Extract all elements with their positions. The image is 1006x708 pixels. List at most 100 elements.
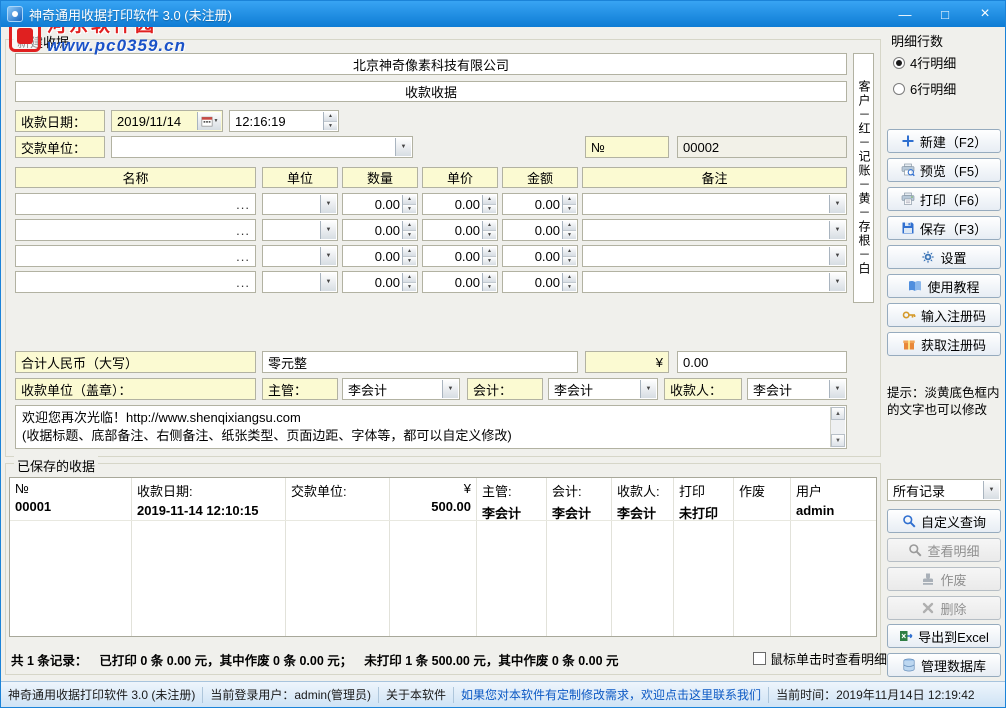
radio-icon[interactable]	[893, 57, 905, 69]
record-user[interactable]: admin	[791, 501, 877, 520]
time-spinner[interactable]: 12:16:19 ▲▼	[229, 110, 339, 132]
chevron-down-icon[interactable]: ▼	[320, 247, 336, 265]
chevron-down-icon[interactable]: ▼	[983, 481, 999, 499]
records-filter-combo[interactable]: 所有记录 ▼	[887, 479, 1001, 501]
minimize-button[interactable]: —	[885, 1, 925, 27]
spinner-buttons[interactable]: ▲▼	[482, 221, 496, 239]
save-button[interactable]: 保存（F3）	[887, 216, 1001, 240]
browse-button[interactable]: ...	[236, 275, 250, 290]
radio-6-rows[interactable]: 6行明细	[893, 79, 956, 98]
total-words-field[interactable]: 零元整	[262, 351, 578, 373]
total-amount-field[interactable]: 0.00	[677, 351, 847, 373]
calendar-icon[interactable]: ▼	[197, 112, 221, 130]
custom-query-button[interactable]: 自定义查询	[887, 509, 1001, 533]
chevron-down-icon[interactable]: ▼	[829, 247, 845, 265]
price-spinner[interactable]: 0.00▲▼	[422, 271, 498, 293]
amount-spinner[interactable]: 0.00▲▼	[502, 219, 578, 241]
spinner-buttons[interactable]: ▲▼	[562, 273, 576, 291]
amount-spinner[interactable]: 0.00▲▼	[502, 193, 578, 215]
maximize-button[interactable]: □	[925, 1, 965, 27]
date-picker[interactable]: 2019/11/14 ▼	[111, 110, 223, 132]
chevron-down-icon[interactable]: ▼	[829, 273, 845, 291]
qty-spinner[interactable]: 0.00▲▼	[342, 271, 418, 293]
preview-button[interactable]: 预览（F5）	[887, 158, 1001, 182]
record-payer[interactable]	[286, 501, 389, 505]
item-name-field[interactable]: ...	[15, 245, 256, 267]
price-spinner[interactable]: 0.00▲▼	[422, 219, 498, 241]
company-name-field[interactable]: 北京神奇像素科技有限公司	[15, 53, 847, 75]
spinner-buttons[interactable]: ▲▼	[482, 195, 496, 213]
amount-spinner[interactable]: 0.00▲▼	[502, 245, 578, 267]
note-scrollbar[interactable]: ▲▼	[830, 407, 845, 447]
record-no[interactable]: 00001	[10, 497, 131, 516]
chevron-down-icon[interactable]: ▼	[320, 221, 336, 239]
new-button[interactable]: 新建（F2）	[887, 129, 1001, 153]
receipt-number-field[interactable]: 00002	[677, 136, 847, 158]
spinner-buttons[interactable]: ▲▼	[562, 195, 576, 213]
unit-combo[interactable]: ▼	[262, 219, 338, 241]
note-combo[interactable]: ▼	[582, 245, 847, 267]
unit-combo[interactable]: ▼	[262, 271, 338, 293]
print-button[interactable]: 打印（F6）	[887, 187, 1001, 211]
browse-button[interactable]: ...	[236, 223, 250, 238]
chevron-down-icon[interactable]: ▼	[442, 380, 458, 398]
unit-combo[interactable]: ▼	[262, 245, 338, 267]
chevron-down-icon[interactable]: ▼	[829, 195, 845, 213]
amount-spinner[interactable]: 0.00▲▼	[502, 271, 578, 293]
item-name-field[interactable]: ...	[15, 219, 256, 241]
manager-combo[interactable]: 李会计 ▼	[342, 378, 460, 400]
record-amount[interactable]: 500.00	[390, 497, 476, 516]
void-button[interactable]: 作废	[887, 567, 1001, 591]
export-excel-button[interactable]: 导出到Excel	[887, 624, 1001, 648]
spinner-buttons[interactable]: ▲▼	[402, 221, 416, 239]
note-combo[interactable]: ▼	[582, 193, 847, 215]
manage-database-button[interactable]: 管理数据库	[887, 653, 1001, 677]
item-name-field[interactable]: ...	[15, 271, 256, 293]
payer-combo[interactable]: ▼	[111, 136, 413, 158]
spinner-buttons[interactable]: ▲▼	[562, 247, 576, 265]
accountant-combo[interactable]: 李会计 ▼	[548, 378, 658, 400]
spinner-buttons[interactable]: ▲▼	[323, 112, 337, 130]
tutorial-button[interactable]: 使用教程	[887, 274, 1001, 298]
spinner-buttons[interactable]: ▲▼	[402, 247, 416, 265]
payee-combo[interactable]: 李会计 ▼	[747, 378, 847, 400]
chevron-down-icon[interactable]: ▼	[320, 195, 336, 213]
get-reg-code-button[interactable]: 获取注册码	[887, 332, 1001, 356]
contact-link[interactable]: 如果您对本软件有定制修改需求，欢迎点击这里联系我们	[454, 686, 768, 703]
chevron-down-icon[interactable]: ▼	[640, 380, 656, 398]
browse-button[interactable]: ...	[236, 249, 250, 264]
note-combo[interactable]: ▼	[582, 271, 847, 293]
qty-spinner[interactable]: 0.00▲▼	[342, 245, 418, 267]
chevron-down-icon[interactable]: ▼	[320, 273, 336, 291]
spinner-buttons[interactable]: ▲▼	[562, 221, 576, 239]
radio-icon[interactable]	[893, 83, 905, 95]
receipt-title-field[interactable]: 收款收据	[15, 81, 847, 102]
checkbox-icon[interactable]	[753, 652, 766, 665]
price-spinner[interactable]: 0.00▲▼	[422, 245, 498, 267]
browse-button[interactable]: ...	[236, 197, 250, 212]
item-name-field[interactable]: ...	[15, 193, 256, 215]
enter-reg-code-button[interactable]: 输入注册码	[887, 303, 1001, 327]
spinner-buttons[interactable]: ▲▼	[482, 247, 496, 265]
view-detail-button[interactable]: 查看明细	[887, 538, 1001, 562]
record-date[interactable]: 2019-11-14 12:10:15	[132, 501, 285, 520]
delete-button[interactable]: 删除	[887, 596, 1001, 620]
price-spinner[interactable]: 0.00▲▼	[422, 193, 498, 215]
spinner-buttons[interactable]: ▲▼	[402, 273, 416, 291]
about-link[interactable]: 关于本软件	[379, 686, 453, 703]
radio-4-rows[interactable]: 4行明细	[893, 53, 956, 72]
spinner-buttons[interactable]: ▲▼	[402, 195, 416, 213]
chevron-down-icon[interactable]: ▼	[395, 138, 411, 156]
settings-button[interactable]: 设置	[887, 245, 1001, 269]
unit-combo[interactable]: ▼	[262, 193, 338, 215]
record-voided[interactable]	[734, 501, 790, 505]
qty-spinner[interactable]: 0.00▲▼	[342, 193, 418, 215]
chevron-down-icon[interactable]: ▼	[829, 380, 845, 398]
qty-spinner[interactable]: 0.00▲▼	[342, 219, 418, 241]
spinner-buttons[interactable]: ▲▼	[482, 273, 496, 291]
note-combo[interactable]: ▼	[582, 219, 847, 241]
saved-receipts-table[interactable]: № 00001 收款日期: 2019-11-14 12:10:15 交款单位: …	[9, 477, 877, 637]
close-button[interactable]: ×	[965, 1, 1005, 27]
footer-note-box[interactable]: 欢迎您再次光临！http://www.shenqixiangsu.com (收据…	[15, 405, 847, 449]
chevron-down-icon[interactable]: ▼	[829, 221, 845, 239]
